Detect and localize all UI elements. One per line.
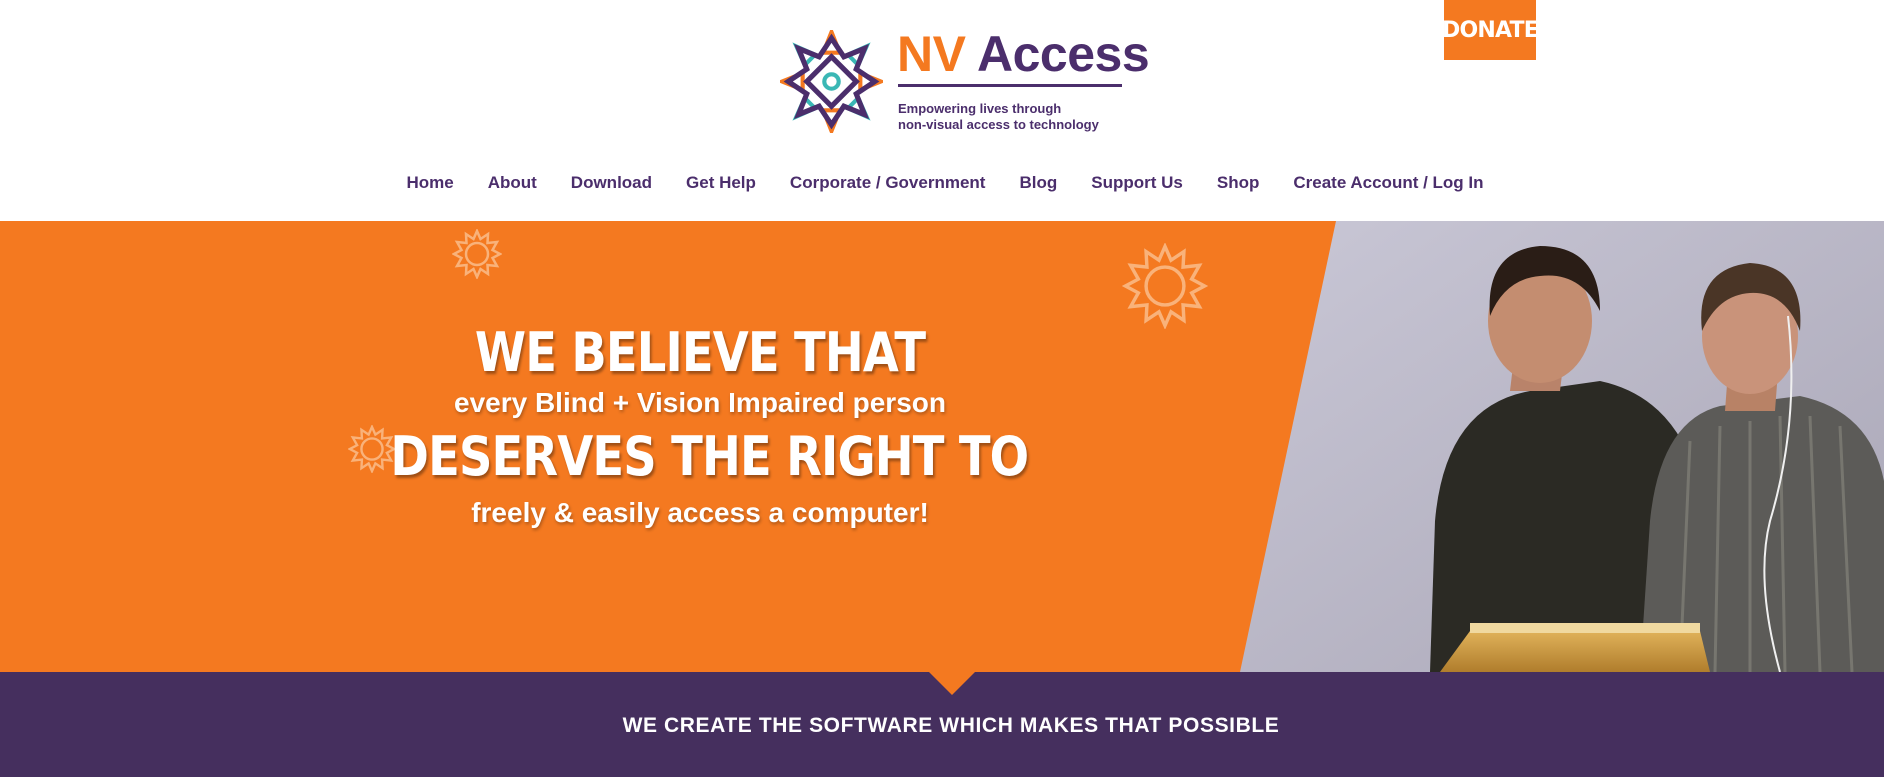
hero-line-we-believe: WE BELIEVE THAT (474, 321, 926, 384)
presenters-photo (1240, 221, 1884, 672)
hero-message: WE BELIEVE THAT every Blind + Vision Imp… (340, 321, 1060, 533)
brand-name-access: Access (977, 26, 1150, 82)
nav-item-corporate-government[interactable]: Corporate / Government (790, 170, 986, 196)
brand-tagline-line1: Empowering lives through (898, 101, 1062, 116)
nav-item-create-account-login[interactable]: Create Account / Log In (1293, 170, 1483, 196)
mission-heading: WE CREATE THE SOFTWARE WHICH MAKES THAT … (622, 714, 1280, 737)
nav-item-get-help[interactable]: Get Help (686, 170, 756, 196)
band-pointer-arrow (929, 672, 975, 695)
hero-line-access: freely & easily access a computer! (471, 497, 929, 528)
home-logo-link[interactable]: NV Access Empowering lives through non-v… (780, 26, 1150, 138)
main-nav: Home About Download Get Help Corporate /… (0, 170, 1884, 196)
brand-divider (898, 84, 1122, 87)
sunburst-outline-icon (452, 229, 502, 279)
sunburst-logo-icon (780, 30, 883, 133)
brand-tagline-line2: non-visual access to technology (898, 117, 1099, 132)
nav-item-about[interactable]: About (488, 170, 537, 196)
donate-button[interactable]: DONATE (1442, 0, 1539, 60)
nav-item-home[interactable]: Home (406, 170, 453, 196)
page: NV Access Empowering lives through non-v… (0, 0, 1884, 777)
hero-line-every-person: every Blind + Vision Impaired person (454, 387, 946, 418)
nav-item-download[interactable]: Download (571, 170, 652, 196)
nav-item-support-us[interactable]: Support Us (1091, 170, 1183, 196)
brand-tagline: Empowering lives through non-visual acce… (898, 101, 1099, 133)
site-header: NV Access Empowering lives through non-v… (0, 0, 1884, 221)
hero-line-deserves: DESERVES THE RIGHT TO (390, 425, 1029, 488)
nav-item-blog[interactable]: Blog (1019, 170, 1057, 196)
brand-name: NV Access (897, 24, 1150, 84)
sunburst-outline-icon (1122, 243, 1208, 329)
nav-item-shop[interactable]: Shop (1217, 170, 1260, 196)
brand-name-nv: NV (897, 26, 966, 82)
hero-banner: WE BELIEVE THAT every Blind + Vision Imp… (0, 221, 1884, 672)
